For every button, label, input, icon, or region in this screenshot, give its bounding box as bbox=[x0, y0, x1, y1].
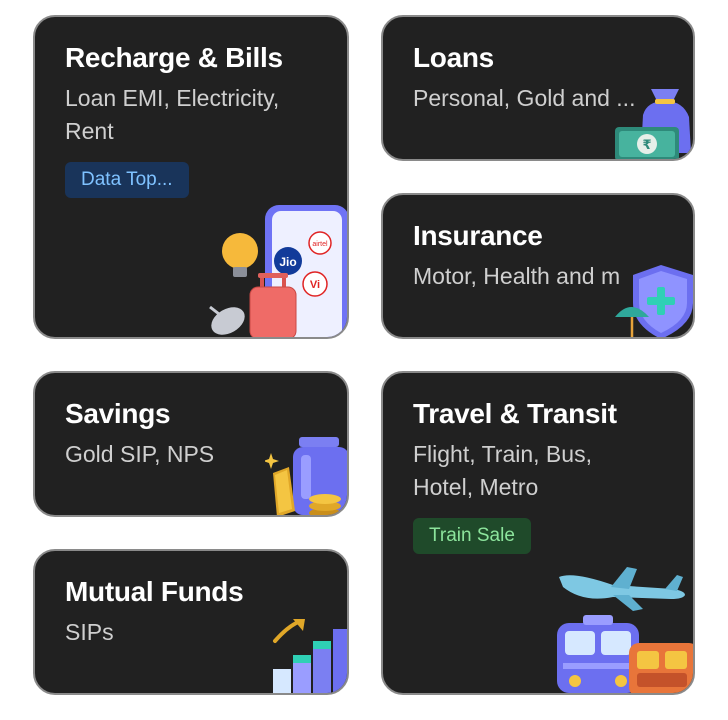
plane-train-bus-illustration-icon bbox=[557, 567, 693, 693]
data-topup-chip[interactable]: Data Top... bbox=[65, 162, 189, 198]
loans-card[interactable]: Loans Personal, Gold and ... ₹ bbox=[381, 15, 695, 161]
train-sale-chip[interactable]: Train Sale bbox=[413, 518, 531, 554]
shield-umbrella-illustration-icon bbox=[615, 265, 693, 337]
insurance-card[interactable]: Insurance Motor, Health and m bbox=[381, 193, 695, 339]
card-title: Travel & Transit bbox=[413, 398, 617, 429]
rupee-symbol: ₹ bbox=[642, 138, 651, 153]
growth-bar-chart-illustration-icon bbox=[273, 619, 347, 693]
card-subtitle: Flight, Train, Bus, bbox=[413, 441, 592, 467]
card-subtitle-line2: Hotel, Metro bbox=[413, 474, 539, 500]
card-subtitle: Motor, Health and m bbox=[413, 263, 621, 289]
card-title: Insurance bbox=[413, 220, 543, 251]
savings-card[interactable]: Savings Gold SIP, NPS bbox=[33, 371, 349, 517]
jio-logo: Jio bbox=[279, 255, 296, 269]
card-title: Recharge & Bills bbox=[65, 42, 283, 73]
card-subtitle: Gold SIP, NPS bbox=[65, 441, 215, 467]
card-subtitle-line2: Rent bbox=[65, 118, 114, 144]
money-bag-rupee-illustration-icon: ₹ bbox=[615, 89, 691, 159]
mutual-funds-card[interactable]: Mutual Funds SIPs bbox=[33, 549, 349, 695]
airtel-logo: airtel bbox=[312, 241, 328, 248]
recharge-bills-card[interactable]: Recharge & Bills Loan EMI, Electricity, … bbox=[33, 15, 349, 339]
card-subtitle: Personal, Gold and ... bbox=[413, 85, 636, 111]
vi-logo: Vi bbox=[310, 279, 320, 291]
card-title: Loans bbox=[413, 42, 494, 73]
travel-transit-card[interactable]: Travel & Transit Flight, Train, Bus, Hot… bbox=[381, 371, 695, 695]
card-title: Savings bbox=[65, 398, 171, 429]
gold-jar-coins-illustration-icon bbox=[265, 437, 347, 515]
card-subtitle: Loan EMI, Electricity, bbox=[65, 85, 280, 111]
phone-recharge-illustration-icon: Jio airtel Vi bbox=[209, 205, 347, 337]
card-subtitle: SIPs bbox=[65, 619, 114, 645]
card-title: Mutual Funds bbox=[65, 576, 244, 607]
